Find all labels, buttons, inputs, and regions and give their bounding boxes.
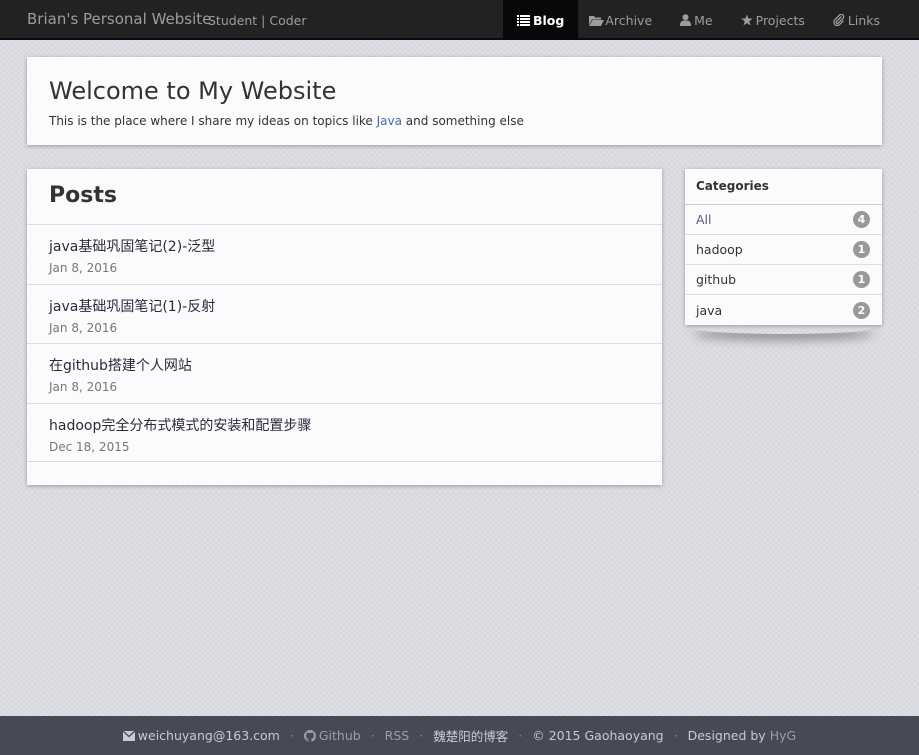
nav-item-archive[interactable]: Archive: [578, 0, 666, 40]
welcome-text-before: This is the place where I share my ideas…: [49, 114, 377, 128]
folder-open-icon: [589, 15, 605, 26]
post-title[interactable]: 在github搭建个人网站: [49, 355, 640, 375]
post-list: java基础巩固笔记(2)-泛型 Jan 8, 2016 java基础巩固笔记(…: [27, 224, 662, 462]
post-item[interactable]: hadoop完全分布式模式的安装和配置步骤 Dec 18, 2015: [27, 402, 662, 462]
site-tagline: Student | Coder: [208, 13, 307, 28]
welcome-text-after: and something else: [401, 114, 524, 128]
paperclip-icon: [833, 14, 845, 26]
category-item-github[interactable]: github 1: [685, 265, 882, 295]
post-date: Jan 8, 2016: [49, 380, 118, 394]
nav-item-label: Blog: [533, 12, 565, 28]
java-link[interactable]: Java: [377, 114, 402, 128]
posts-panel: Posts java基础巩固笔记(2)-泛型 Jan 8, 2016 java基…: [27, 169, 662, 485]
post-item[interactable]: java基础巩固笔记(2)-泛型 Jan 8, 2016: [27, 224, 662, 284]
footer-blog-link[interactable]: 魏楚阳的博客: [433, 726, 508, 745]
categories-heading: Categories: [685, 169, 882, 205]
nav-item-projects[interactable]: Projects: [727, 0, 819, 40]
site-footer: weichuyang@163.com · Github · RSS · 魏楚阳的…: [0, 716, 919, 755]
category-count-badge: 1: [853, 271, 870, 288]
user-icon: [680, 14, 692, 26]
footer-separator: ·: [518, 728, 523, 743]
post-date: Dec 18, 2015: [49, 439, 130, 454]
post-title[interactable]: java基础巩固笔记(2)-泛型: [49, 236, 640, 256]
footer-separator: ·: [673, 728, 678, 743]
footer-separator: ·: [419, 728, 424, 743]
post-item[interactable]: java基础巩固笔记(1)-反射 Jan 8, 2016: [27, 283, 662, 344]
categories-panel: Categories All 4 hadoop 1 github 1 java …: [685, 169, 882, 325]
star-icon: [740, 14, 753, 26]
category-count-badge: 4: [853, 211, 870, 228]
category-name: github: [696, 272, 737, 287]
category-count-badge: 1: [853, 241, 870, 258]
post-title[interactable]: java基础巩固笔记(1)-反射: [49, 296, 640, 316]
footer-separator: ·: [289, 728, 294, 743]
footer-email-link[interactable]: weichuyang@163.com: [138, 728, 280, 743]
nav-item-label: Archive: [605, 12, 653, 28]
list-icon: [517, 14, 530, 26]
nav-item-blog[interactable]: Blog: [503, 0, 579, 40]
category-count-badge: 2: [853, 301, 870, 319]
footer-designed-by: Designed by: [687, 728, 766, 743]
welcome-text: This is the place where I share my ideas…: [49, 114, 524, 128]
footer-rss-link[interactable]: RSS: [385, 728, 410, 743]
footer-github-link[interactable]: Github: [319, 728, 361, 743]
github-icon: [303, 729, 316, 742]
post-date: Jan 8, 2016: [49, 320, 118, 335]
post-date: Jan 8, 2016: [49, 261, 118, 275]
nav-menu: Blog Archive Me Projects Links: [503, 0, 894, 40]
category-name: hadoop: [696, 242, 743, 257]
welcome-panel: Welcome to My Website This is the place …: [27, 57, 882, 145]
welcome-title: Welcome to My Website: [49, 77, 337, 105]
footer-designer-link[interactable]: HyG: [770, 728, 796, 743]
category-name: All: [696, 212, 712, 227]
category-item-java[interactable]: java 2: [685, 295, 882, 325]
nav-item-links[interactable]: Links: [819, 0, 894, 40]
footer-copyright: © 2015 Gaohaoyang: [532, 728, 664, 743]
posts-heading: Posts: [49, 183, 117, 208]
site-brand[interactable]: Brian's Personal Website: [27, 10, 211, 28]
nav-item-me[interactable]: Me: [666, 0, 726, 40]
category-item-hadoop[interactable]: hadoop 1: [685, 235, 882, 265]
nav-item-label: Links: [847, 12, 881, 28]
top-navbar: Brian's Personal Website Student | Coder…: [0, 0, 919, 40]
envelope-icon: [122, 730, 135, 741]
nav-item-label: Me: [694, 12, 713, 28]
post-title[interactable]: hadoop完全分布式模式的安装和配置步骤: [49, 415, 640, 435]
nav-item-label: Projects: [755, 12, 805, 28]
post-item[interactable]: 在github搭建个人网站 Jan 8, 2016: [27, 343, 662, 403]
category-name: java: [696, 302, 723, 318]
footer-separator: ·: [370, 728, 375, 743]
category-item-all[interactable]: All 4: [685, 205, 882, 235]
